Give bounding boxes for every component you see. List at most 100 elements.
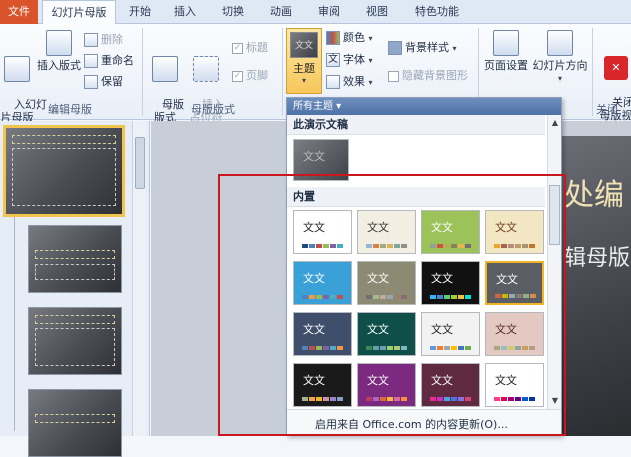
themes-label: 主题 xyxy=(287,60,321,76)
thumbnail-pane-scrollbar[interactable] xyxy=(132,121,146,436)
theme-thumbnail[interactable]: 文文 xyxy=(357,210,416,254)
insert-layout-button[interactable]: 插入版式 xyxy=(36,30,82,72)
close-icon: ✕ xyxy=(604,56,628,80)
fonts-label: 字体 xyxy=(343,53,365,66)
theme-thumbnail[interactable]: 文文 xyxy=(485,210,544,254)
palette-swatch xyxy=(366,244,372,248)
tab-insert[interactable]: 插入 xyxy=(165,0,205,24)
palette-swatch xyxy=(430,295,436,299)
section-builtin: 内置 xyxy=(287,187,545,207)
palette-swatch xyxy=(523,294,529,298)
delete-button[interactable]: 删除 xyxy=(84,32,123,48)
slide-orientation-button[interactable]: 幻灯片方向 ▾ xyxy=(532,30,588,85)
palette-swatch xyxy=(330,244,336,248)
title-checkbox-label: 标题 xyxy=(246,41,268,54)
theme-thumbnail[interactable]: 文文 xyxy=(421,210,480,254)
group-label-edit-master: 编辑母版 xyxy=(0,102,140,118)
current-theme-thumbnail[interactable]: 文文 xyxy=(293,139,349,181)
fonts-button[interactable]: 文字体 ▾ xyxy=(326,52,373,69)
scrollbar-thumb[interactable] xyxy=(135,137,145,189)
theme-thumbnail[interactable]: 文文 xyxy=(485,312,544,356)
palette-swatch xyxy=(373,397,379,401)
theme-thumbnail[interactable]: 文文 xyxy=(421,261,480,305)
palette-swatch xyxy=(529,397,535,401)
theme-thumbnail[interactable]: 文文 xyxy=(293,363,352,407)
rename-icon xyxy=(84,54,98,68)
palette-swatch xyxy=(373,295,379,299)
theme-sample-text: 文文 xyxy=(431,219,453,235)
palette-swatch xyxy=(401,397,407,401)
tab-slide-master[interactable]: 幻灯片母版 xyxy=(42,0,116,25)
background-styles-label: 背景样式 xyxy=(405,41,449,54)
thumbnail-title-placeholder xyxy=(35,414,115,423)
tab-animations[interactable]: 动画 xyxy=(261,0,301,24)
all-themes-header[interactable]: 所有主题 ▾ xyxy=(287,98,561,115)
palette-swatch xyxy=(373,244,379,248)
theme-color-palette xyxy=(366,346,408,350)
theme-thumbnail[interactable]: 文文 xyxy=(485,261,544,305)
themes-gallery-dropdown: 所有主题 ▾ 此演示文稿 文文 内置 文文文文文文文文文文文文文文文文文文文文文… xyxy=(286,97,562,436)
tab-review[interactable]: 审阅 xyxy=(309,0,349,24)
palette-swatch xyxy=(516,294,522,298)
slide-orientation-label: 幻灯片方向 xyxy=(533,59,588,72)
palette-swatch xyxy=(529,244,535,248)
layout-thumbnail[interactable] xyxy=(28,225,122,293)
palette-swatch xyxy=(515,346,521,350)
tab-file[interactable]: 文件 xyxy=(0,0,38,24)
hide-background-checkbox[interactable]: 隐藏背景图形 xyxy=(388,68,468,84)
tab-view[interactable]: 视图 xyxy=(357,0,397,24)
page-setup-button[interactable]: 页面设置 xyxy=(482,30,530,72)
office-update-footer[interactable]: 启用来自 Office.com 的内容更新(O)... xyxy=(287,409,561,435)
theme-sample-text: 文文 xyxy=(303,321,325,337)
slide-master-thumbnail[interactable] xyxy=(3,125,125,217)
theme-color-palette xyxy=(302,244,344,248)
rename-button[interactable]: 重命名 xyxy=(84,53,134,69)
palette-swatch xyxy=(401,346,407,350)
effects-button[interactable]: 效果 ▾ xyxy=(326,74,373,91)
colors-button[interactable]: 颜色 ▾ xyxy=(326,30,373,47)
tab-transitions[interactable]: 切换 xyxy=(213,0,253,24)
palette-swatch xyxy=(522,346,528,350)
theme-thumbnail[interactable]: 文文 xyxy=(485,363,544,407)
theme-color-palette xyxy=(494,397,536,401)
themes-button[interactable]: 文文 主题 ▾ xyxy=(286,28,322,94)
colors-icon xyxy=(326,31,340,45)
footer-checkbox[interactable]: ✓页脚 xyxy=(232,68,268,84)
layout-connector-line xyxy=(14,191,15,431)
theme-thumbnail[interactable]: 文文 xyxy=(357,261,416,305)
theme-sample-text: 文文 xyxy=(431,270,453,286)
theme-thumbnail[interactable]: 文文 xyxy=(293,210,352,254)
theme-thumbnail[interactable]: 文文 xyxy=(293,312,352,356)
tab-special-features[interactable]: 特色功能 xyxy=(406,0,468,24)
close-master-view-button[interactable]: ✕ 关闭 母版视 xyxy=(596,30,631,135)
theme-sample-text: 文文 xyxy=(303,148,325,164)
palette-swatch xyxy=(444,346,450,350)
theme-sample-text: 文文 xyxy=(495,321,517,337)
palette-swatch xyxy=(465,295,471,299)
palette-swatch xyxy=(387,295,393,299)
layout-thumbnail[interactable] xyxy=(28,389,122,457)
tab-home[interactable]: 开始 xyxy=(120,0,160,24)
palette-swatch xyxy=(366,397,372,401)
office-update-label: 启用来自 Office.com 的内容更新(O)... xyxy=(315,416,508,432)
theme-thumbnail[interactable]: 文文 xyxy=(293,261,352,305)
preserve-button[interactable]: 保留 xyxy=(84,74,123,90)
palette-swatch xyxy=(323,295,329,299)
theme-color-palette xyxy=(495,294,537,298)
scrollbar-thumb[interactable] xyxy=(549,185,560,245)
palette-swatch xyxy=(337,346,343,350)
palette-swatch xyxy=(309,295,315,299)
theme-thumbnail[interactable]: 文文 xyxy=(357,363,416,407)
title-checkbox[interactable]: ✓标题 xyxy=(232,40,268,56)
gallery-scrollbar[interactable]: ▲ ▼ xyxy=(547,115,561,409)
scroll-up-icon[interactable]: ▲ xyxy=(550,117,560,129)
layout-thumbnail[interactable] xyxy=(28,307,122,375)
theme-sample-text: 文文 xyxy=(303,270,325,286)
palette-swatch xyxy=(373,346,379,350)
theme-sample-text: 文文 xyxy=(367,321,389,337)
background-styles-button[interactable]: 背景样式 ▾ xyxy=(388,40,457,57)
theme-thumbnail[interactable]: 文文 xyxy=(421,363,480,407)
theme-thumbnail[interactable]: 文文 xyxy=(357,312,416,356)
theme-thumbnail[interactable]: 文文 xyxy=(421,312,480,356)
scroll-down-icon[interactable]: ▼ xyxy=(550,395,560,407)
